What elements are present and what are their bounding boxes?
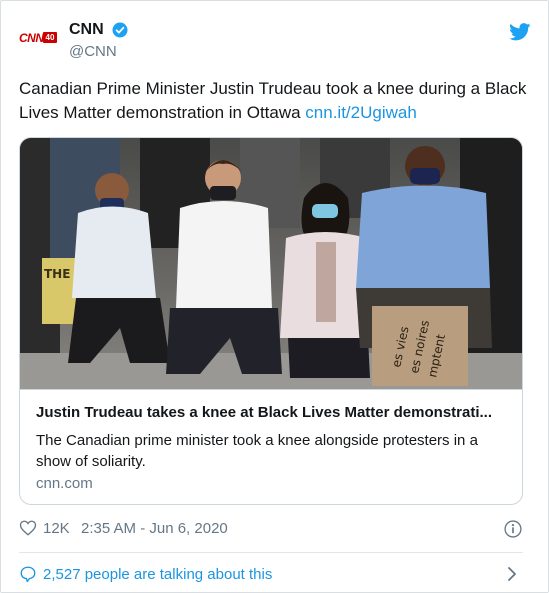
tweet-meta: 12K 2:35 AM - Jun 6, 2020 xyxy=(19,517,523,541)
tweet-header: CNN 40 CNN @CNN xyxy=(19,19,531,63)
card-info[interactable]: Justin Trudeau takes a knee at Black Liv… xyxy=(20,389,522,504)
chevron-right-icon[interactable] xyxy=(505,565,519,583)
card-description: The Canadian prime minister took a knee … xyxy=(36,432,478,470)
card-domain: cnn.com xyxy=(36,475,93,492)
divider xyxy=(19,552,523,553)
twitter-bird-icon[interactable] xyxy=(509,23,531,41)
cnn-avatar-logo[interactable]: CNN 40 xyxy=(19,27,59,49)
author-name[interactable]: CNN xyxy=(69,21,104,39)
tweet-body: Canadian Prime Minister Justin Trudeau t… xyxy=(19,79,527,122)
speech-bubble-icon xyxy=(20,566,36,583)
logo-text: CNN xyxy=(19,31,44,45)
logo-badge: 40 xyxy=(43,32,57,43)
conversation-text[interactable]: 2,527 people are talking about this xyxy=(43,566,272,583)
card-photo[interactable]: es vies es noires mptent THE xyxy=(20,138,522,389)
heart-icon[interactable] xyxy=(19,519,37,537)
tweet-timestamp[interactable]: 2:35 AM - Jun 6, 2020 xyxy=(81,520,228,537)
conversation-link[interactable]: 2,527 people are talking about this xyxy=(19,563,523,587)
verified-badge-icon xyxy=(112,22,128,38)
card-title[interactable]: Justin Trudeau takes a knee at Black Liv… xyxy=(36,404,506,421)
svg-text:THE: THE xyxy=(44,267,70,281)
info-icon[interactable] xyxy=(503,519,523,539)
link-preview-card[interactable]: es vies es noires mptent THE Justin Trud… xyxy=(19,137,523,505)
author-handle[interactable]: @CNN xyxy=(69,43,117,60)
tweet-link[interactable]: cnn.it/2Ugiwah xyxy=(305,103,417,122)
tweet-text: Canadian Prime Minister Justin Trudeau t… xyxy=(19,77,529,125)
embedded-tweet: CNN 40 CNN @CNN Canadian Prime Minister … xyxy=(0,0,549,593)
like-count[interactable]: 12K xyxy=(43,520,70,537)
